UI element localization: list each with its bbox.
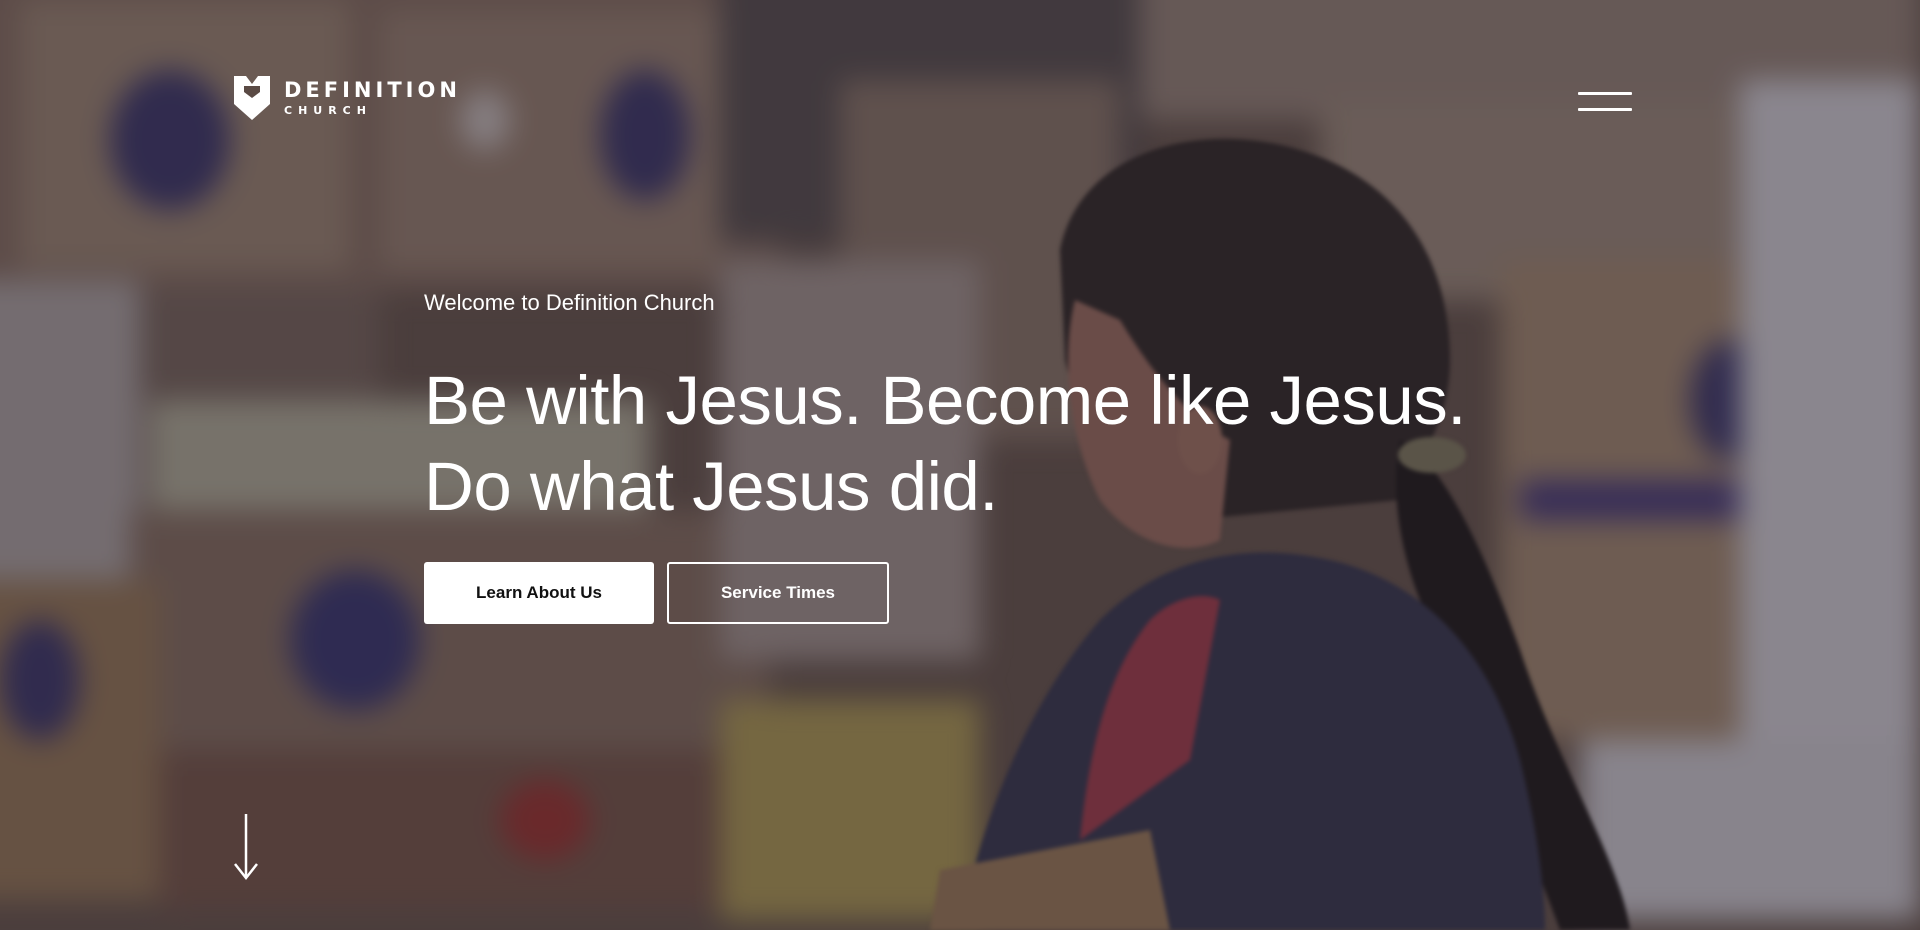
hero-content: Welcome to Definition Church Be with Jes…	[424, 290, 1564, 624]
brand-subname: CHURCH	[284, 104, 372, 117]
hero-buttons: Learn About Us Service Times	[424, 562, 1564, 624]
hero-section: DEFINITION CHURCH Welcome to Definition …	[0, 0, 1920, 930]
headline-line-1: Be with Jesus. Become like Jesus.	[424, 362, 1466, 439]
menu-line	[1578, 92, 1632, 95]
headline-line-2: Do what Jesus did.	[424, 448, 998, 525]
hamburger-menu-icon[interactable]	[1576, 90, 1634, 114]
hero-headline: Be with Jesus. Become like Jesus. Do wha…	[424, 358, 1564, 530]
arrow-down-icon[interactable]	[232, 812, 260, 882]
brand-logo[interactable]: DEFINITION CHURCH	[232, 74, 461, 122]
brand-name: DEFINITION	[284, 78, 461, 102]
learn-about-us-button[interactable]: Learn About Us	[424, 562, 654, 624]
service-times-button[interactable]: Service Times	[667, 562, 889, 624]
menu-line	[1578, 108, 1632, 111]
definition-shield-logo-icon	[234, 76, 270, 120]
hero-eyebrow: Welcome to Definition Church	[424, 290, 715, 315]
